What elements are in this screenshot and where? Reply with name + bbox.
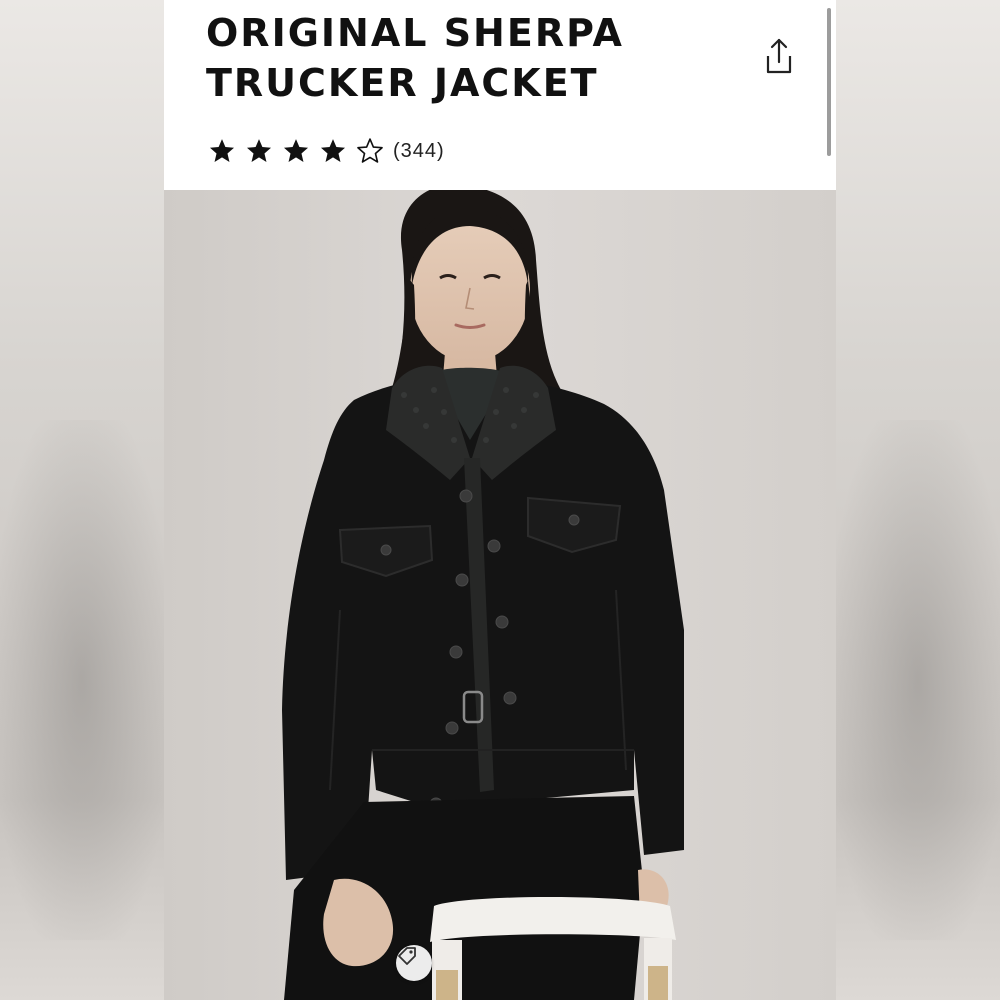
star-icon (246, 139, 272, 162)
model-photo (164, 190, 836, 1000)
product-page: ORIGINAL SHERPA TRUCKER JACKET (344) (164, 0, 836, 1000)
shop-the-look-button[interactable] (396, 945, 432, 981)
star-outline-icon (357, 138, 383, 163)
share-button[interactable] (762, 36, 796, 78)
product-header: ORIGINAL SHERPA TRUCKER JACKET (344) (164, 0, 836, 190)
product-title: ORIGINAL SHERPA TRUCKER JACKET (206, 8, 726, 108)
star-icon (209, 139, 235, 162)
star-icon (320, 139, 346, 162)
star-icon (283, 139, 309, 162)
product-rating[interactable]: (344) (208, 136, 445, 166)
product-image[interactable] (164, 190, 836, 1000)
scrollbar[interactable] (827, 8, 831, 156)
product-title-line-2: TRUCKER JACKET (206, 61, 599, 105)
share-icon (766, 38, 792, 74)
blurred-backdrop-left (0, 0, 164, 1000)
price-tag-icon (398, 947, 416, 965)
blurred-backdrop-right (836, 0, 1000, 1000)
rating-stars (208, 137, 393, 165)
review-count-link[interactable]: (344) (393, 140, 445, 163)
product-title-line-1: ORIGINAL SHERPA (206, 11, 624, 55)
